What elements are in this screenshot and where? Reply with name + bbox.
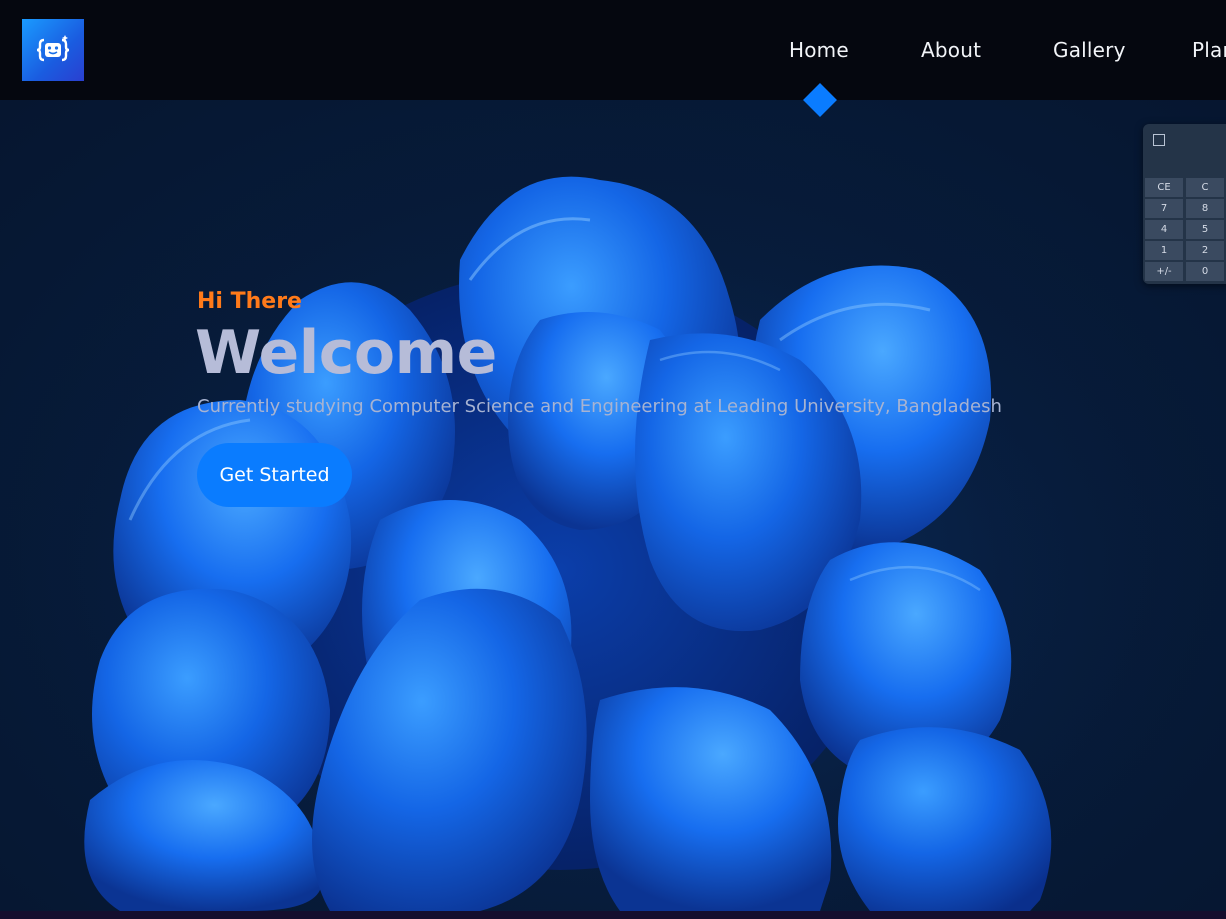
- calc-key[interactable]: 1: [1145, 241, 1183, 260]
- page: Home About Gallery Plar: [0, 0, 1226, 919]
- bottom-strip: [0, 911, 1226, 919]
- hero-subtitle: Currently studying Computer Science and …: [197, 396, 1002, 417]
- calc-key[interactable]: 7: [1145, 199, 1183, 218]
- hero-greeting: Hi There: [197, 289, 302, 314]
- nav-item-home[interactable]: Home: [789, 38, 849, 62]
- calc-key[interactable]: 2: [1186, 241, 1224, 260]
- hero-title: Welcome: [195, 318, 497, 388]
- nav-item-gallery[interactable]: Gallery: [1053, 38, 1126, 62]
- calc-key[interactable]: 5: [1186, 220, 1224, 239]
- calculator-widget[interactable]: CE C 7 8 4 5 1 2 +/- 0: [1143, 124, 1226, 284]
- calc-key[interactable]: 8: [1186, 199, 1224, 218]
- get-started-button[interactable]: Get Started: [197, 443, 352, 507]
- calculator-icon[interactable]: [1153, 134, 1165, 146]
- calc-key[interactable]: C: [1186, 178, 1224, 197]
- main-nav: Home About Gallery Plar: [0, 0, 1226, 100]
- calc-key[interactable]: 0: [1186, 262, 1224, 281]
- hero-flower-image: [0, 100, 1226, 911]
- calc-key[interactable]: 4: [1145, 220, 1183, 239]
- nav-item-plans[interactable]: Plar: [1192, 38, 1226, 62]
- calculator-keypad: CE C 7 8 4 5 1 2 +/- 0: [1145, 178, 1226, 281]
- calc-key[interactable]: CE: [1145, 178, 1183, 197]
- top-navbar: Home About Gallery Plar: [0, 0, 1226, 100]
- hero-section: [0, 100, 1226, 911]
- nav-item-about[interactable]: About: [921, 38, 981, 62]
- calc-key[interactable]: +/-: [1145, 262, 1183, 281]
